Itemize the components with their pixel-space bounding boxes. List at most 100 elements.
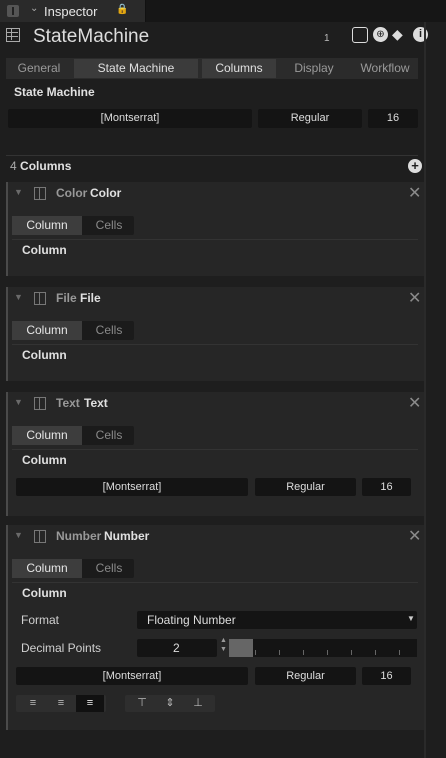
align-middle-icon[interactable]: ⇕ — [157, 695, 183, 712]
format-select-value: Floating Number — [147, 613, 236, 627]
divider — [12, 582, 418, 583]
tab-column[interactable]: Column — [12, 559, 82, 578]
tab-display[interactable]: Display — [278, 59, 350, 78]
font-family-field[interactable]: [Montserrat] — [8, 109, 252, 128]
column-name: File — [80, 291, 101, 305]
columns-label: Columns — [20, 159, 72, 173]
tab-column[interactable]: Column — [12, 321, 82, 340]
tab-column[interactable]: Column — [12, 426, 82, 445]
tab-general[interactable]: General — [6, 59, 72, 78]
column-type: Text — [56, 396, 80, 410]
align-left-icon[interactable]: ≡ — [20, 695, 46, 712]
close-icon[interactable]: ✕ — [408, 393, 421, 413]
column-panel-file: ▼ File File ✕ Column Cells Column — [6, 287, 424, 381]
column-section-title: Column — [22, 243, 67, 257]
close-icon[interactable]: ✕ — [408, 183, 421, 203]
slider-tick — [279, 650, 280, 655]
globe-icon[interactable]: ⊕ — [373, 27, 388, 42]
tab-cells[interactable]: Cells — [84, 321, 134, 340]
decimal-points-value: 2 — [173, 641, 180, 655]
column-cells-switch: Column Cells — [12, 321, 134, 340]
inspector-tab[interactable]: ⌄ Inspector 🔒 — [0, 0, 146, 22]
dropdown-arrow-icon: ▼ — [407, 614, 415, 623]
column-type: File — [56, 291, 77, 305]
tab-column[interactable]: Column — [12, 216, 82, 235]
format-label: Format — [21, 613, 60, 627]
column-section-title: Column — [22, 586, 67, 600]
font-weight-field[interactable]: Regular — [255, 478, 356, 496]
checkbox-icon[interactable] — [352, 27, 368, 43]
slider-tick — [327, 650, 328, 655]
sidebar-menu-icon[interactable] — [7, 5, 19, 17]
columns-header: 4 Columns — [10, 159, 71, 173]
column-name: Number — [104, 529, 150, 543]
slider-tick — [399, 650, 400, 655]
align-right-icon[interactable]: ≡ — [76, 695, 104, 712]
stepper-arrows-icon[interactable]: ▲ ▼ — [220, 636, 227, 654]
columns-count: 4 — [10, 159, 17, 173]
object-name: StateMachine — [33, 26, 150, 47]
tab-cells[interactable]: Cells — [84, 559, 134, 578]
close-icon[interactable]: ✕ — [408, 526, 421, 546]
add-circle-icon[interactable]: + — [408, 159, 422, 173]
state-machine-title: State Machine — [14, 85, 95, 99]
align-center-icon[interactable]: ≡ — [48, 695, 74, 712]
format-select[interactable]: Floating Number ▼ — [137, 611, 417, 629]
column-name: Color — [90, 186, 122, 200]
triangle-collapse-icon[interactable]: ▼ — [14, 292, 23, 302]
decimal-points-slider[interactable] — [229, 639, 417, 657]
column-type: Number — [56, 529, 102, 543]
slider-tick — [351, 650, 352, 655]
lock-icon[interactable]: 🔒 — [116, 4, 128, 15]
column-icon — [34, 530, 46, 543]
column-cells-switch: Column Cells — [12, 426, 134, 445]
font-weight-field[interactable]: Regular — [258, 109, 362, 128]
font-size-field[interactable]: 16 — [362, 478, 411, 496]
align-bottom-icon[interactable]: ⊥ — [185, 695, 211, 712]
column-panel-color: ▼ Color Color ✕ Column Cells Column — [6, 182, 424, 276]
divider — [12, 239, 418, 240]
triangle-collapse-icon[interactable]: ▼ — [14, 530, 23, 540]
slider-tick — [303, 650, 304, 655]
column-icon — [34, 397, 46, 410]
slider-tick — [255, 650, 256, 655]
font-family-field[interactable]: [Montserrat] — [16, 667, 248, 685]
tab-cells[interactable]: Cells — [84, 216, 134, 235]
column-cells-switch: Column Cells — [12, 559, 134, 578]
font-family-field[interactable]: [Montserrat] — [16, 478, 248, 496]
font-weight-field[interactable]: Regular — [255, 667, 356, 685]
divider — [12, 449, 418, 450]
tag-icon[interactable]: ◆ — [392, 26, 403, 43]
column-section-title: Column — [22, 348, 67, 362]
column-panel-number: ▼ Number Number ✕ Column Cells Column Fo… — [6, 525, 424, 730]
tab-columns[interactable]: Columns — [202, 59, 276, 78]
tab-workflow[interactable]: Workflow — [352, 59, 418, 78]
align-top-icon[interactable]: ⊤ — [129, 695, 155, 712]
slider-tick — [375, 650, 376, 655]
column-name: Text — [84, 396, 108, 410]
decimal-points-field[interactable]: 2 — [137, 639, 217, 657]
inspector-tabs: General State Machine Columns Display Wo… — [6, 58, 418, 79]
triangle-collapse-icon[interactable]: ▼ — [14, 397, 23, 407]
close-icon[interactable]: ✕ — [408, 288, 421, 308]
column-section-title: Column — [22, 453, 67, 467]
slider-handle[interactable] — [229, 639, 253, 657]
object-count: 1 — [324, 33, 330, 44]
table-icon — [6, 28, 20, 42]
inspector-tab-title: Inspector — [44, 4, 98, 19]
scrollbar[interactable] — [424, 22, 426, 758]
column-icon — [34, 292, 46, 305]
font-size-field[interactable]: 16 — [368, 109, 418, 128]
chevron-down-icon[interactable]: ⌄ — [30, 3, 38, 14]
column-panel-text: ▼ Text Text ✕ Column Cells Column [Monts… — [6, 392, 424, 516]
triangle-collapse-icon[interactable]: ▼ — [14, 187, 23, 197]
column-icon — [34, 187, 46, 200]
tab-cells[interactable]: Cells — [84, 426, 134, 445]
font-size-field[interactable]: 16 — [362, 667, 411, 685]
column-type: Color — [56, 186, 88, 200]
tab-state-machine[interactable]: State Machine — [74, 59, 198, 78]
vertical-align-group: ⊤ ⇕ ⊥ — [125, 695, 215, 712]
horizontal-align-group: ≡ ≡ ≡ — [16, 695, 106, 712]
column-cells-switch: Column Cells — [12, 216, 134, 235]
decimal-points-label: Decimal Points — [21, 641, 102, 655]
